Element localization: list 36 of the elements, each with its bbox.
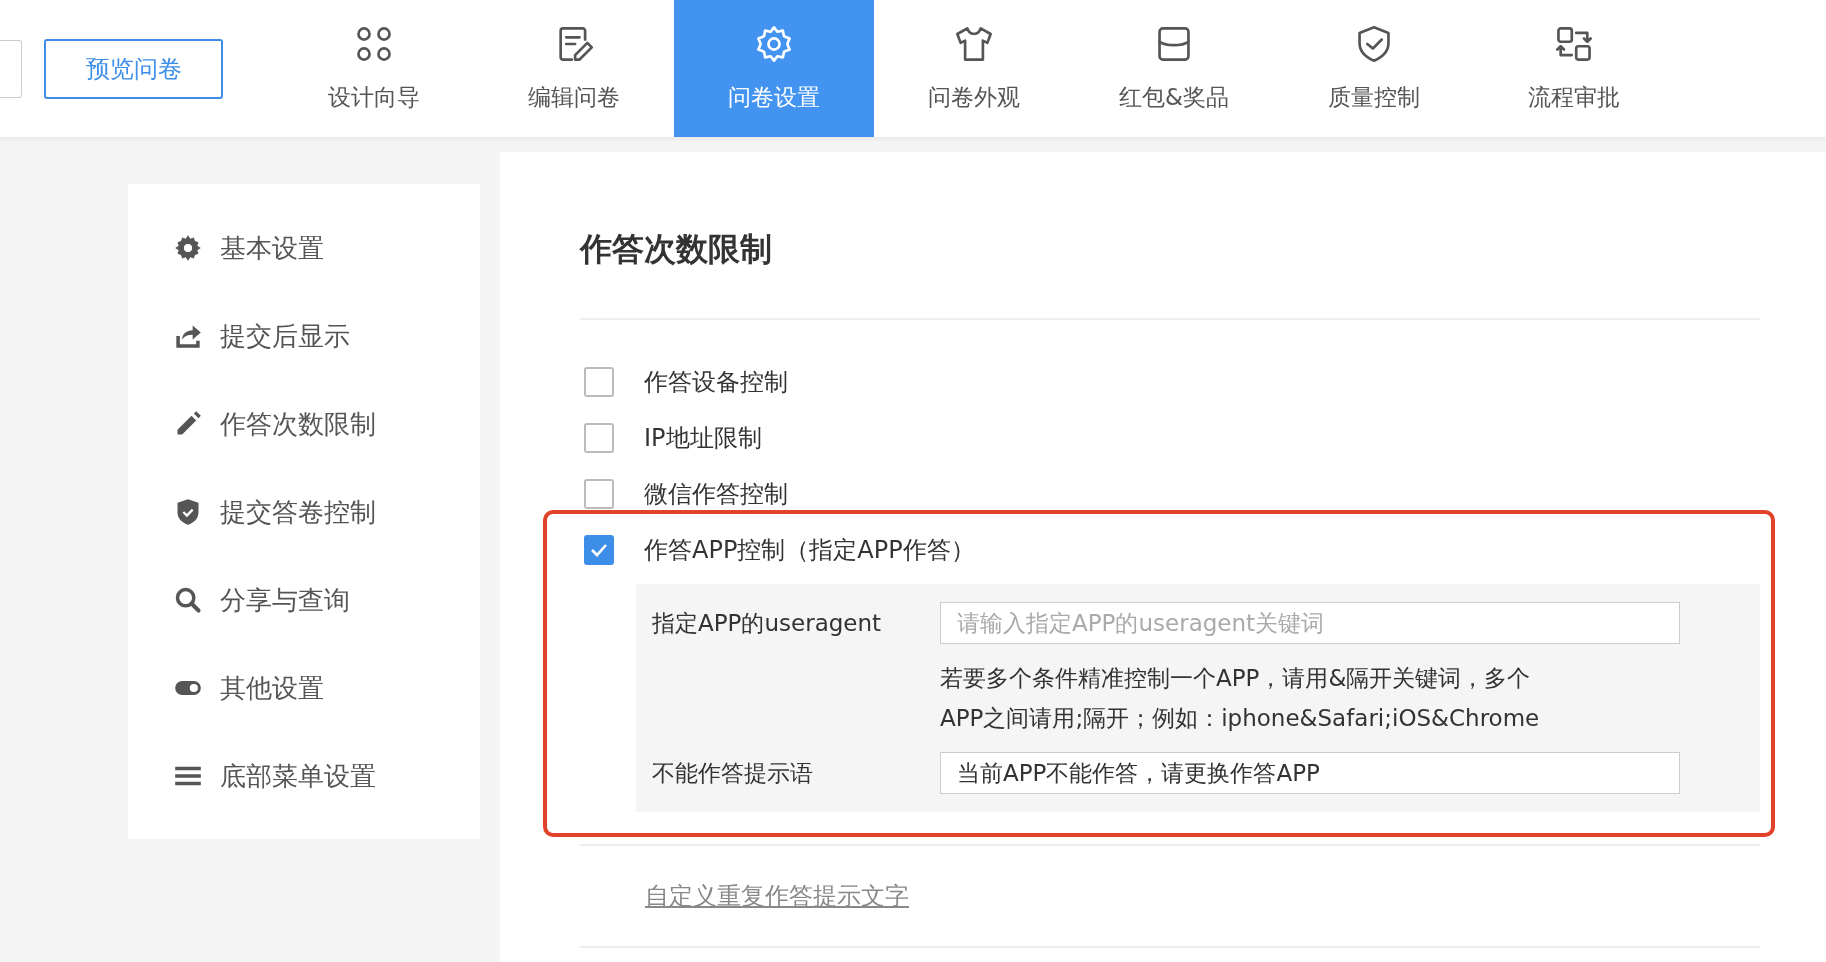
sidebar-item[interactable]: 分享与查询 <box>128 556 480 644</box>
truncated-button[interactable] <box>0 39 22 98</box>
sidebar-item[interactable]: 基本设置 <box>128 204 480 292</box>
sidebar-item[interactable]: 提交答卷控制 <box>128 468 480 556</box>
sidebar-item[interactable]: 作答次数限制 <box>128 380 480 468</box>
option-label: IP地址限制 <box>644 423 762 454</box>
checkbox[interactable] <box>584 423 614 453</box>
nav-tab[interactable]: 编辑问卷 <box>474 0 674 137</box>
nav-tab[interactable]: 质量控制 <box>1274 0 1474 137</box>
useragent-field[interactable]: 请输入指定APP的useragent关键词 <box>940 602 1680 644</box>
hint-text: 若要多个条件精准控制一个APP，请用&隔开关键词，多个 APP之间请用;隔开；例如：iphone&Safari;iOS&Chrome <box>940 664 1541 733</box>
sidebar-item[interactable]: 提交后显示 <box>128 292 480 380</box>
field-label: 指定APP的useragent <box>652 609 883 638</box>
field-label: 不能作答提示语 <box>652 759 814 788</box>
message-field[interactable]: 当前APP不能作答，请更换作答APP <box>940 752 1680 794</box>
grid-icon <box>354 24 394 64</box>
checkmark-icon <box>590 543 608 557</box>
option-label: 作答APP控制（指定APP作答） <box>644 535 975 566</box>
section-title: 作答次数限制 <box>580 229 773 270</box>
option-label: 作答设备控制 <box>644 367 788 398</box>
checkbox[interactable] <box>584 535 614 565</box>
settings-icon <box>174 234 202 262</box>
nav-tab[interactable]: 流程审批 <box>1474 0 1674 137</box>
option-label: 微信作答控制 <box>644 479 788 510</box>
nav-tab[interactable]: 设计向导 <box>274 0 474 137</box>
shirt-icon <box>954 24 994 64</box>
checkbox[interactable] <box>584 479 614 509</box>
gear-icon <box>754 24 794 64</box>
search-icon <box>174 586 202 614</box>
custom-text-link[interactable]: 自定义重复作答提示文字 <box>645 880 909 912</box>
sidebar-item[interactable]: 其他设置 <box>128 644 480 732</box>
flow-icon <box>1554 24 1594 64</box>
checkbox[interactable] <box>584 367 614 397</box>
sidebar-item[interactable]: 底部菜单设置 <box>128 732 480 820</box>
nav-tab[interactable]: 红包&奖品 <box>1074 0 1274 137</box>
nav-tab[interactable]: 问卷外观 <box>874 0 1074 137</box>
